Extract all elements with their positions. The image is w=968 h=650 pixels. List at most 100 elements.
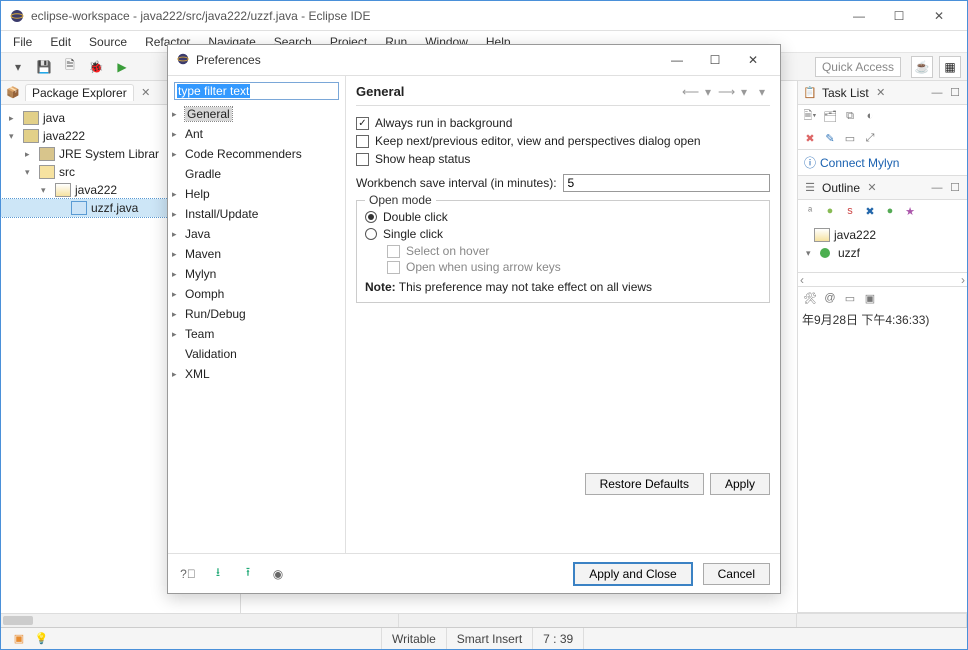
chk-run-background[interactable]: Always run in background	[356, 116, 770, 130]
nav-back-menu-icon[interactable]: ▾	[700, 85, 716, 99]
javadoc-icon[interactable]: @	[822, 290, 838, 306]
tree-general[interactable]: General	[168, 104, 345, 124]
status-bar: ▣ 💡 Writable Smart Insert 7 : 39	[1, 627, 967, 649]
hide-local-icon[interactable]: ●	[882, 203, 898, 219]
hide-static-icon[interactable]: s	[842, 203, 858, 219]
new-task-icon[interactable]: 🗎▾	[802, 108, 818, 124]
menu-file[interactable]: File	[5, 33, 40, 51]
console-icon[interactable]: ▣	[862, 290, 878, 306]
status-writable: Writable	[381, 628, 446, 649]
focus-active-icon[interactable]: ★	[902, 203, 918, 219]
import-icon[interactable]: ⭳	[208, 564, 228, 584]
problems-icon[interactable]: 🛠	[802, 290, 818, 306]
restore-defaults-button[interactable]: Restore Defaults	[585, 473, 704, 495]
package-explorer-tab[interactable]: Package Explorer	[25, 84, 134, 101]
outline-class[interactable]: uzzf	[798, 244, 967, 262]
maximize-icon[interactable]: ☐	[947, 85, 963, 101]
tree-gradle[interactable]: Gradle	[168, 164, 345, 184]
tree-validation[interactable]: Validation	[168, 344, 345, 364]
window-maximize-button[interactable]: ☐	[879, 2, 919, 30]
rss-icon[interactable]: ▣	[11, 631, 27, 647]
tree-mylyn[interactable]: Mylyn	[168, 264, 345, 284]
window-close-button[interactable]: ✕	[919, 2, 959, 30]
focus-icon[interactable]: ◐	[862, 108, 878, 124]
filter-input[interactable]: type filter text	[174, 82, 339, 100]
tree-xml[interactable]: XML	[168, 364, 345, 384]
quick-access-input[interactable]: Quick Access	[815, 57, 901, 77]
dialog-minimize-button[interactable]: —	[658, 47, 696, 73]
dialog-title: Preferences	[196, 53, 261, 67]
tree-ant[interactable]: Ant	[168, 124, 345, 144]
help-icon[interactable]: ?⃝	[178, 564, 198, 584]
sort-icon[interactable]: ᵃ	[802, 203, 818, 219]
radio-single-click[interactable]: Single click	[365, 227, 761, 241]
apply-close-button[interactable]: Apply and Close	[573, 562, 692, 586]
tip-icon[interactable]: 💡	[34, 631, 50, 647]
checkbox-icon	[387, 261, 400, 274]
perspective-open-button[interactable]: ▦	[939, 56, 961, 78]
radio-icon	[365, 228, 377, 240]
connect-mylyn-link[interactable]: ⓘConnect Mylyn	[798, 150, 967, 175]
run-button[interactable]: ▶	[111, 56, 133, 78]
minimize-icon[interactable]: —	[929, 85, 945, 101]
collapse-icon[interactable]: ⤢	[862, 130, 878, 146]
checkbox-icon	[356, 117, 369, 130]
interval-input[interactable]	[563, 174, 770, 192]
horizontal-scroll[interactable]	[1, 613, 967, 627]
tree-install-update[interactable]: Install/Update	[168, 204, 345, 224]
window-minimize-button[interactable]: —	[839, 2, 879, 30]
save-all-button[interactable]: 🗎	[59, 56, 81, 78]
presentation-icon[interactable]: ▭	[842, 130, 858, 146]
cancel-button[interactable]: Cancel	[703, 563, 770, 585]
dialog-close-button[interactable]: ✕	[734, 47, 772, 73]
preferences-tree[interactable]: General Ant Code Recommenders Gradle Hel…	[168, 104, 345, 553]
outline-tree[interactable]: java222 uzzf	[798, 222, 967, 272]
tree-rundebug[interactable]: Run/Debug	[168, 304, 345, 324]
close-icon[interactable]: ✕	[873, 85, 889, 101]
nav-fwd-icon[interactable]: ⟶	[718, 85, 734, 99]
nav-menu-icon[interactable]: ▾	[754, 85, 770, 99]
radio-double-click[interactable]: Double click	[365, 210, 761, 224]
outline-scroll[interactable]: ‹›	[798, 272, 967, 286]
preferences-page: General ⟵▾ ⟶▾ ▾ Always run in background…	[346, 76, 780, 553]
outline-tab[interactable]: Outline	[822, 181, 860, 195]
tree-oomph[interactable]: Oomph	[168, 284, 345, 304]
tree-maven[interactable]: Maven	[168, 244, 345, 264]
dialog-maximize-button[interactable]: ☐	[696, 47, 734, 73]
tree-team[interactable]: Team	[168, 324, 345, 344]
debug-button[interactable]: 🐞	[85, 56, 107, 78]
hide-nonpublic-icon[interactable]: ✖	[862, 203, 878, 219]
export-icon[interactable]: ⭱	[238, 564, 258, 584]
maximize-icon[interactable]: ☐	[947, 180, 963, 196]
close-icon[interactable]: ✕	[138, 85, 154, 101]
chk-heap-status[interactable]: Show heap status	[356, 152, 770, 166]
outline-pkg[interactable]: java222	[798, 226, 967, 244]
dialog-body: type filter text General Ant Code Recomm…	[168, 75, 780, 553]
tree-help[interactable]: Help	[168, 184, 345, 204]
page-nav: ⟵▾ ⟶▾ ▾	[682, 85, 770, 99]
tree-code-recommenders[interactable]: Code Recommenders	[168, 144, 345, 164]
close-icon[interactable]: ✕	[864, 180, 880, 196]
categorize-icon[interactable]: 🗂	[822, 108, 838, 124]
minimize-icon[interactable]: —	[929, 180, 945, 196]
filter-icon[interactable]: ⧉	[842, 108, 858, 124]
info-icon: ⓘ	[804, 156, 816, 170]
record-icon[interactable]: ◉	[268, 564, 288, 584]
chk-keep-dialog[interactable]: Keep next/previous editor, view and pers…	[356, 134, 770, 148]
tasklist-tab[interactable]: Task List	[822, 86, 869, 100]
nav-back-icon[interactable]: ⟵	[682, 85, 698, 99]
menu-source[interactable]: Source	[81, 33, 135, 51]
perspective-java-button[interactable]: ☕	[911, 56, 933, 78]
save-button[interactable]: 💾	[33, 56, 55, 78]
hide-fields-icon[interactable]: ●	[822, 203, 838, 219]
new-button[interactable]: ▾	[7, 56, 29, 78]
sync-icon[interactable]: ✖	[802, 130, 818, 146]
schedule-icon[interactable]: ✎	[822, 130, 838, 146]
nav-fwd-menu-icon[interactable]: ▾	[736, 85, 752, 99]
declaration-icon[interactable]: ▭	[842, 290, 858, 306]
menu-edit[interactable]: Edit	[42, 33, 79, 51]
tree-java[interactable]: Java	[168, 224, 345, 244]
status-insert: Smart Insert	[446, 628, 532, 649]
apply-button[interactable]: Apply	[710, 473, 770, 495]
package-icon	[814, 228, 830, 242]
